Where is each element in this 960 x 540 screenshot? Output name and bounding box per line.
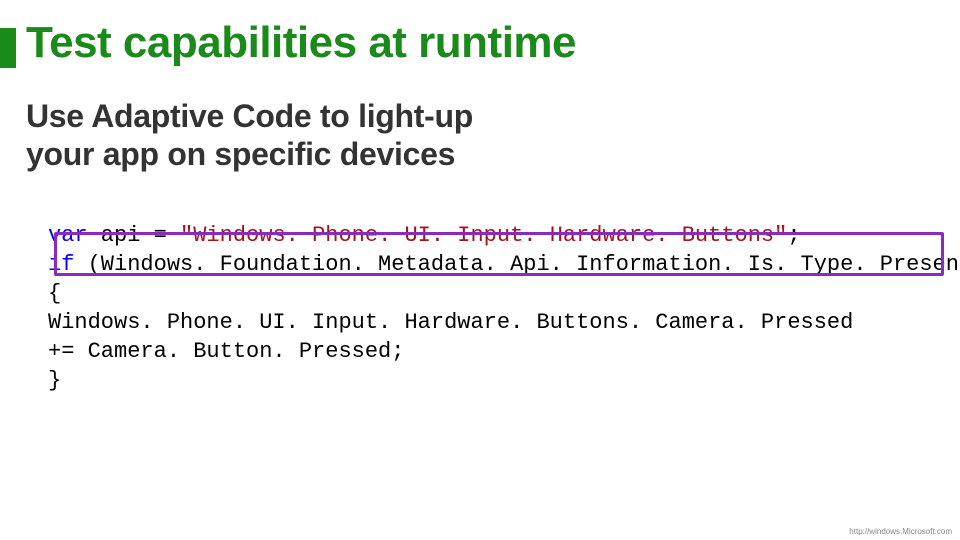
code-sample: var api = "Windows. Phone. UI. Input. Ha… — [48, 222, 960, 396]
subtitle-line-1: Use Adaptive Code to light-up — [26, 98, 473, 134]
code-line-2: if (Windows. Foundation. Metadata. Api. … — [48, 251, 960, 280]
subtitle-line-2: your app on specific devices — [26, 136, 455, 172]
code-if-cond: (Windows. Foundation. Metadata. Api. Inf… — [74, 252, 960, 277]
code-line-4: Windows. Phone. UI. Input. Hardware. But… — [48, 309, 960, 338]
slide-subtitle: Use Adaptive Code to light-up your app o… — [26, 98, 473, 174]
slide-title: Test capabilities at runtime — [26, 18, 576, 68]
code-semi: ; — [787, 223, 800, 248]
accent-bar — [0, 28, 16, 68]
keyword-if: if — [48, 252, 74, 277]
code-var-assign: api = — [88, 223, 180, 248]
string-literal: "Windows. Phone. UI. Input. Hardware. Bu… — [180, 223, 787, 248]
code-line-3: { — [48, 280, 960, 309]
code-line-5: += Camera. Button. Pressed; — [48, 338, 960, 367]
footer-url: http://windows.Microsoft.com — [849, 527, 952, 536]
keyword-var: var — [48, 223, 88, 248]
code-line-6: } — [48, 367, 960, 396]
code-line-1: var api = "Windows. Phone. UI. Input. Ha… — [48, 222, 960, 251]
